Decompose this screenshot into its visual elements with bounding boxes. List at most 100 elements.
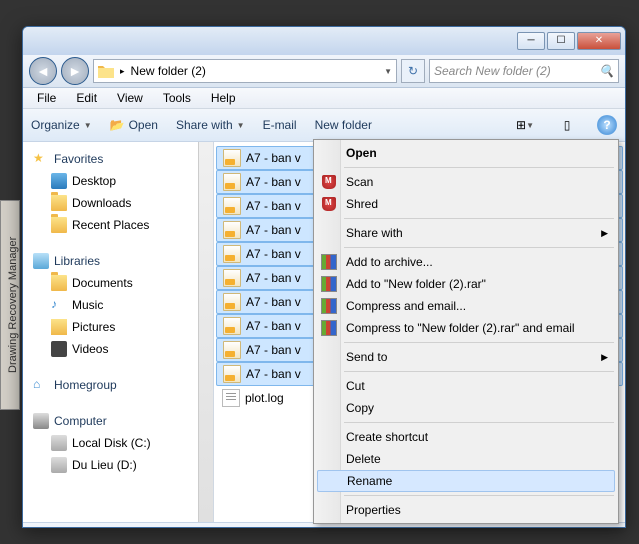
menu-bar: File Edit View Tools Help xyxy=(23,88,625,109)
documents-icon xyxy=(51,275,67,291)
nav-recent[interactable]: Recent Places xyxy=(23,214,213,236)
folder-icon xyxy=(51,195,67,211)
menu-view[interactable]: View xyxy=(109,89,151,107)
winrar-icon xyxy=(321,320,337,336)
dwg-icon xyxy=(223,245,241,263)
file-name: A7 - ban v xyxy=(246,271,301,285)
menu-tools[interactable]: Tools xyxy=(155,89,199,107)
search-input[interactable]: Search New folder (2) 🔍 xyxy=(429,59,619,83)
forward-button[interactable]: ► xyxy=(61,57,89,85)
newfolder-button[interactable]: New folder xyxy=(315,118,372,132)
file-name: A7 - ban v xyxy=(246,247,301,261)
file-name: plot.log xyxy=(245,391,284,405)
nav-drive-c[interactable]: Local Disk (C:) xyxy=(23,432,213,454)
file-name: A7 - ban v xyxy=(246,223,301,237)
nav-pictures[interactable]: Pictures xyxy=(23,316,213,338)
dwg-icon xyxy=(223,365,241,383)
close-button[interactable]: ✕ xyxy=(577,32,621,50)
maximize-button[interactable]: ☐ xyxy=(547,32,575,50)
nav-homegroup[interactable]: ⌂Homegroup xyxy=(23,374,213,396)
menu-help[interactable]: Help xyxy=(203,89,244,107)
nav-favorites[interactable]: ★Favorites xyxy=(23,148,213,170)
file-name: A7 - ban v xyxy=(246,367,301,381)
desktop-icon xyxy=(51,173,67,189)
search-placeholder: Search New folder (2) xyxy=(434,64,551,78)
ctx-open[interactable]: Open xyxy=(316,142,616,164)
file-name: A7 - ban v xyxy=(246,175,301,189)
nav-music[interactable]: ♪Music xyxy=(23,294,213,316)
ctx-compress-email[interactable]: Compress and email... xyxy=(316,295,616,317)
view-options-button[interactable]: ⊞ ▼ xyxy=(513,113,537,137)
preview-pane-button[interactable]: ▯ xyxy=(555,113,579,137)
menu-file[interactable]: File xyxy=(29,89,64,107)
nav-downloads[interactable]: Downloads xyxy=(23,192,213,214)
mcafee-icon xyxy=(321,196,337,212)
homegroup-icon: ⌂ xyxy=(33,377,49,393)
dwg-icon xyxy=(223,317,241,335)
search-icon: 🔍 xyxy=(599,64,614,78)
breadcrumb[interactable]: ▸ New folder (2) ▼ xyxy=(93,59,397,83)
folder-icon xyxy=(51,217,67,233)
context-menu: Open Scan Shred Share with▶ Add to archi… xyxy=(313,139,619,524)
winrar-icon xyxy=(321,254,337,270)
email-button[interactable]: E-mail xyxy=(263,118,297,132)
ctx-scan[interactable]: Scan xyxy=(316,171,616,193)
ctx-properties[interactable]: Properties xyxy=(316,499,616,521)
share-button[interactable]: Share with▼ xyxy=(176,118,245,132)
submenu-arrow-icon: ▶ xyxy=(601,352,608,363)
computer-icon xyxy=(33,413,49,429)
videos-icon xyxy=(51,341,67,357)
help-button[interactable]: ? xyxy=(597,115,617,135)
ctx-add-to-rar[interactable]: Add to "New folder (2).rar" xyxy=(316,273,616,295)
breadcrumb-folder: New folder (2) xyxy=(131,64,206,78)
back-button[interactable]: ◄ xyxy=(29,57,57,85)
log-icon xyxy=(222,389,240,407)
dwg-icon xyxy=(223,173,241,191)
winrar-icon xyxy=(321,298,337,314)
navigation-pane: ★Favorites Desktop Downloads Recent Plac… xyxy=(23,142,214,522)
menu-edit[interactable]: Edit xyxy=(68,89,105,107)
folder-icon xyxy=(98,64,114,78)
dwg-icon xyxy=(223,149,241,167)
dwg-icon xyxy=(223,221,241,239)
ctx-copy[interactable]: Copy xyxy=(316,397,616,419)
ctx-cut[interactable]: Cut xyxy=(316,375,616,397)
libraries-icon xyxy=(33,253,49,269)
file-name: A7 - ban v xyxy=(246,295,301,309)
address-bar: ◄ ► ▸ New folder (2) ▼ ↻ Search New fold… xyxy=(23,55,625,88)
ctx-delete[interactable]: Delete xyxy=(316,448,616,470)
nav-computer[interactable]: Computer xyxy=(23,410,213,432)
breadcrumb-arrow-icon: ▸ xyxy=(120,66,125,77)
nav-drive-d[interactable]: Du Lieu (D:) xyxy=(23,454,213,476)
ctx-rename[interactable]: Rename xyxy=(317,470,615,492)
ctx-add-archive[interactable]: Add to archive... xyxy=(316,251,616,273)
dwg-icon xyxy=(223,269,241,287)
ctx-compress-to[interactable]: Compress to "New folder (2).rar" and ema… xyxy=(316,317,616,339)
minimize-button[interactable]: ─ xyxy=(517,32,545,50)
nav-desktop[interactable]: Desktop xyxy=(23,170,213,192)
ctx-sharewith[interactable]: Share with▶ xyxy=(316,222,616,244)
pictures-icon xyxy=(51,319,67,335)
dwg-icon xyxy=(223,341,241,359)
refresh-button[interactable]: ↻ xyxy=(401,59,425,83)
nav-documents[interactable]: Documents xyxy=(23,272,213,294)
star-icon: ★ xyxy=(33,151,49,167)
ctx-shortcut[interactable]: Create shortcut xyxy=(316,426,616,448)
music-icon: ♪ xyxy=(51,297,67,313)
nav-libraries[interactable]: Libraries xyxy=(23,250,213,272)
recovery-panel-title: Drawing Recovery Manager xyxy=(0,200,20,410)
mcafee-icon xyxy=(321,174,337,190)
open-button[interactable]: 📂Open xyxy=(110,118,158,132)
title-bar: ─ ☐ ✕ xyxy=(23,27,625,55)
ctx-sendto[interactable]: Send to▶ xyxy=(316,346,616,368)
file-name: A7 - ban v xyxy=(246,343,301,357)
dwg-icon xyxy=(223,197,241,215)
ctx-shred[interactable]: Shred xyxy=(316,193,616,215)
organize-button[interactable]: Organize▼ xyxy=(31,118,92,132)
winrar-icon xyxy=(321,276,337,292)
nav-videos[interactable]: Videos xyxy=(23,338,213,360)
breadcrumb-dropdown-icon[interactable]: ▼ xyxy=(384,67,392,76)
file-name: A7 - ban v xyxy=(246,319,301,333)
open-icon: 📂 xyxy=(110,118,125,132)
drive-icon xyxy=(51,435,67,451)
